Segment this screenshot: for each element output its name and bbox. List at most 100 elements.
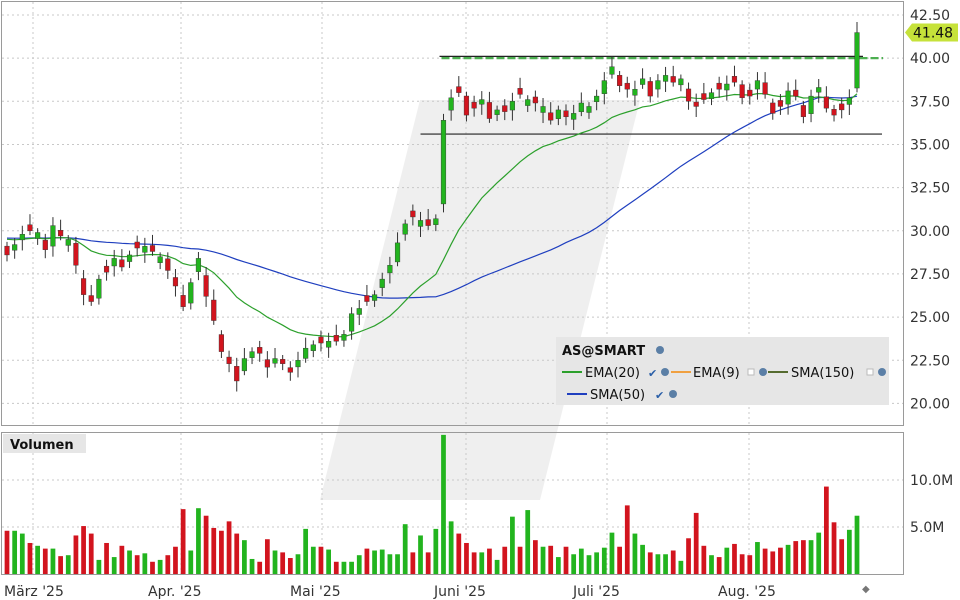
candle [111,258,117,267]
volume-bar [739,554,745,574]
candle [387,265,393,274]
y-tick-label: 37.50 [910,94,950,110]
volume-bar [326,549,331,574]
volume-bar [356,555,362,574]
legend-ema9-settings-icon[interactable] [759,368,767,376]
volume-bar [533,540,538,574]
candle [693,101,699,107]
candle [310,344,316,351]
volume-bar [349,561,354,574]
volume-bar [96,559,102,574]
candle [785,90,791,105]
candle [708,92,715,99]
candle [81,278,87,295]
y-tick-label: 27.50 [910,267,950,283]
y-tick-label: 20.00 [910,396,950,412]
legend-ema20-settings-icon[interactable] [661,368,669,376]
candle [410,210,416,218]
legend-sma150-settings-icon[interactable] [878,368,886,376]
volume-bar [242,540,247,574]
candle [119,259,125,268]
candle [486,102,493,119]
candle [280,359,286,364]
volume-bar [50,548,56,574]
candle [471,101,477,109]
volume-bar [747,555,753,574]
candle [793,89,799,97]
volume-bar [211,527,217,574]
candle [226,356,232,364]
legend-sma50-check-icon[interactable]: ✔ [655,389,664,402]
volume-bar [617,546,622,574]
candle [762,82,768,95]
volume-bar [180,509,186,574]
volume-label: Volumen [10,438,74,453]
candle [624,82,630,90]
legend: AS@SMART EMA(20) ✔ EMA(9) SMA(150) SMA(5… [556,337,889,405]
candle [73,243,79,266]
legend-ema9-checkbox[interactable] [747,368,755,376]
candle [379,278,385,288]
x-tick-label: Juli '25 [572,584,620,600]
candle [747,89,753,97]
volume-bar [678,560,684,574]
legend-sma150-checkbox[interactable] [866,368,874,376]
volume-bar [27,542,33,574]
candle [517,88,523,95]
scroll-right-icon[interactable]: ◆ [862,584,870,595]
candle [264,359,270,368]
candle [777,100,783,107]
candle [839,103,845,111]
candle [425,219,431,226]
volume-bar [732,543,737,574]
volume-bar [517,546,523,574]
volume-bar [716,557,722,574]
candle [502,105,508,112]
candle [272,358,278,364]
candle [218,334,224,352]
volume-bar [816,532,822,574]
symbol-settings-icon[interactable] [656,346,664,354]
candle [823,96,829,109]
candle [854,32,860,89]
volume-bar [257,561,263,574]
volume-bar [479,552,485,574]
volume-bar [65,555,71,574]
candle [417,220,424,227]
candle [134,241,140,249]
candle [632,88,638,96]
candle [356,308,362,315]
volume-bar [548,545,554,574]
volume-bar [624,505,630,574]
volume-bar [73,535,79,574]
candle [58,230,64,237]
candle [88,295,94,302]
legend-sma50-settings-icon[interactable] [669,390,677,398]
legend-ema20-check-icon[interactable]: ✔ [648,367,657,380]
candle [440,120,447,205]
volume-bar [655,554,661,574]
candle [188,282,194,304]
volume-bar [839,539,845,574]
candle [149,245,156,252]
volume-bar [693,512,699,574]
y-tick-label: 32.50 [910,181,950,197]
candle [808,95,814,114]
volume-bar [142,553,148,574]
candle [142,246,148,253]
candle [195,258,202,272]
candle [640,78,646,85]
candle [103,265,110,273]
volume-bar [203,515,209,574]
legend-sma150-label: SMA(150) [791,366,854,381]
volume-bar [701,545,707,574]
y-tick-label: 40.00 [910,51,950,67]
candle [203,275,209,297]
volume-tick-label: 10.0M [910,473,953,489]
candle [157,256,163,263]
candle [211,299,217,321]
legend-symbol: AS@SMART [562,344,645,359]
volume-bar [188,550,194,574]
candle [724,83,730,91]
candle [295,360,301,368]
